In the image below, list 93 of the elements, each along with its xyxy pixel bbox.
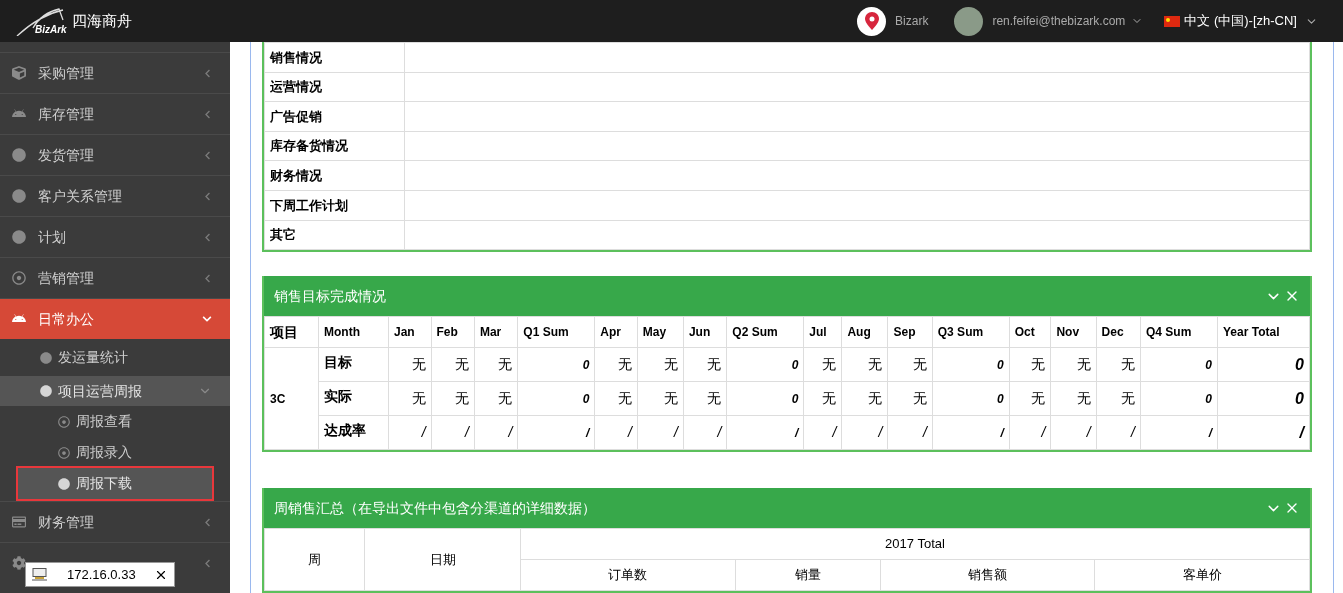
column-header: Oct [1009,316,1051,348]
column-header: 项目 [264,316,319,348]
table-cell: / [841,415,888,450]
table-cell: 0 [1140,347,1218,382]
table-cell: 无 [594,347,638,382]
column-header: Q4 Sum [1140,316,1218,348]
column-header: Mar [474,316,518,348]
row-label: 达成率 [318,415,389,450]
table-cell: 无 [388,381,432,416]
table-cell: / [803,415,842,450]
logo: BizArk [15,6,70,36]
table-cell: / [594,415,638,450]
table-cell: 无 [1009,381,1051,416]
table-cell: 0 [932,381,1010,416]
column-header: May [637,316,684,348]
table-cell: 无 [431,347,475,382]
table-cell: 广告促销 [264,101,405,132]
table-cell: 无 [1050,347,1097,382]
table-cell: / [1009,415,1051,450]
table-cell: 无 [841,347,888,382]
table-cell: 无 [803,381,842,416]
table-cell: 运营情况 [264,72,405,102]
table-cell: / [932,415,1010,450]
table-cell: / [1050,415,1097,450]
table-cell: 无 [1050,381,1097,416]
table-cell: 无 [683,347,727,382]
column-header: 销量 [735,559,881,591]
table-cell: 无 [683,381,727,416]
panel-title: 销售目标完成情况 [274,286,387,306]
table-cell: 无 [887,381,933,416]
panel-title: 周销售汇总（在导出文件中包含分渠道的详细数据） [274,498,597,518]
column-header: Q3 Sum [932,316,1010,348]
table-cell: 无 [803,347,842,382]
column-header: Sep [887,316,933,348]
table-cell: 财务情况 [264,160,405,191]
table-cell: 0 [1217,381,1310,416]
table-cell: / [637,415,684,450]
brand-name: 四海商舟 [72,10,132,31]
table-cell: 0 [517,381,595,416]
column-header: Jun [683,316,727,348]
table-cell: 无 [474,381,518,416]
column-header: Jan [388,316,432,348]
table-cell: 库存备货情况 [264,131,405,161]
table-cell: 无 [841,381,888,416]
column-header: Month [318,316,389,348]
table-cell: 无 [431,381,475,416]
row-label: 实际 [318,381,389,416]
column-header: Jul [803,316,842,348]
table-cell: 0 [1140,381,1218,416]
column-header: 客单价 [1094,559,1310,591]
row-label: 目标 [318,347,389,382]
table-cell: 无 [637,381,684,416]
column-header: 销售额 [880,559,1095,591]
table-cell: 无 [887,347,933,382]
column-header: Year Total [1217,316,1310,348]
column-header: Nov [1050,316,1097,348]
column-header: 周 [264,528,365,591]
table-cell: 0 [726,347,804,382]
table-cell: 其它 [264,220,405,250]
table-cell: 无 [637,347,684,382]
table-cell: / [726,415,804,450]
table-cell: / [388,415,432,450]
table-cell: / [474,415,518,450]
table-cell: 下周工作计划 [264,190,405,221]
table-cell: 无 [1096,381,1141,416]
table-cell: / [1140,415,1218,450]
table-cell: 无 [1096,347,1141,382]
table-cell: 无 [594,381,638,416]
table-cell: / [1217,415,1310,450]
column-header: 2017 Total [520,528,1310,560]
table-cell: 0 [517,347,595,382]
column-header: Apr [594,316,638,348]
column-header: Aug [841,316,888,348]
table-cell: 0 [1217,347,1310,382]
table-cell: 无 [388,347,432,382]
table-cell: 3C [264,347,319,450]
table-cell: 0 [726,381,804,416]
column-header: Feb [431,316,475,348]
table-cell: / [431,415,475,450]
column-header: Q1 Sum [517,316,595,348]
column-header: 订单数 [520,559,736,591]
table-cell: / [887,415,933,450]
ip-tooltip: 172.16.0.33 [25,562,175,587]
table-cell: 销售情况 [264,42,405,73]
table-cell: / [683,415,727,450]
table-cell: 无 [474,347,518,382]
table-cell: 无 [1009,347,1051,382]
table-cell: / [1096,415,1141,450]
table-cell: 0 [932,347,1010,382]
column-header: 日期 [364,528,521,591]
column-header: Q2 Sum [726,316,804,348]
column-header: Dec [1096,316,1141,348]
table-cell: / [517,415,595,450]
